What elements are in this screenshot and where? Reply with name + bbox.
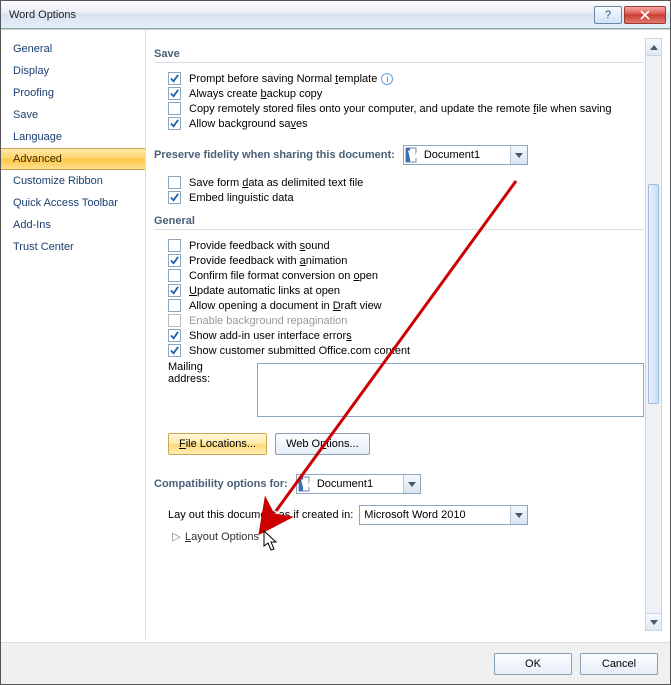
layout-as-combo[interactable]: Microsoft Word 2010 (359, 505, 528, 525)
general-label-0: Provide feedback with sound (189, 240, 330, 252)
compat-document-combo[interactable]: W Document1 (296, 474, 421, 494)
general-label-3: Update automatic links at open (189, 285, 340, 297)
preserve-checkbox-1[interactable] (168, 191, 181, 204)
general-option-0: Provide feedback with sound (168, 238, 644, 253)
web-options-button[interactable]: Web Options... (275, 433, 370, 455)
save-label-1: Always create backup copy (189, 88, 322, 100)
general-checkbox-5 (168, 314, 181, 327)
save-label-3: Allow background saves (189, 118, 308, 130)
cancel-button[interactable]: Cancel (580, 653, 658, 675)
scroll-up-button[interactable] (646, 39, 661, 56)
save-option-1: Always create backup copy (168, 86, 644, 101)
general-option-3: Update automatic links at open (168, 283, 644, 298)
window-title: Word Options (9, 9, 592, 21)
scroll-thumb[interactable] (648, 184, 659, 404)
save-option-3: Allow background saves (168, 116, 644, 131)
general-option-2: Confirm file format conversion on open (168, 268, 644, 283)
close-button[interactable] (624, 6, 666, 24)
preserve-label-1: Embed linguistic data (189, 192, 294, 204)
sidebar-item-language[interactable]: Language (1, 126, 145, 148)
svg-text:?: ? (605, 10, 611, 20)
chevron-down-icon[interactable] (510, 506, 527, 524)
save-option-2: Copy remotely stored files onto your com… (168, 101, 644, 116)
save-checkbox-0[interactable] (168, 72, 181, 85)
preserve-document-combo[interactable]: W Document1 (403, 145, 528, 165)
mailing-address-label: Mailing address: (168, 361, 247, 385)
save-option-0: Prompt before saving Normal templatei (168, 71, 644, 86)
dialog-footer: OK Cancel (1, 642, 670, 684)
preserve-label-0: Save form data as delimited text file (189, 177, 363, 189)
sidebar-item-customize-ribbon[interactable]: Customize Ribbon (1, 170, 145, 192)
word-doc-icon: W (297, 476, 313, 492)
general-checkbox-0[interactable] (168, 239, 181, 252)
section-general-header: General (154, 211, 644, 230)
general-option-6: Show add-in user interface errors (168, 328, 644, 343)
sidebar: General Display Proofing Save Language A… (1, 30, 146, 639)
mailing-address-field[interactable] (257, 363, 644, 417)
general-checkbox-4[interactable] (168, 299, 181, 312)
sidebar-item-advanced[interactable]: Advanced (1, 148, 145, 170)
general-checkbox-7[interactable] (168, 344, 181, 357)
preserve-document-value: Document1 (420, 149, 510, 161)
info-icon[interactable]: i (381, 73, 393, 85)
file-locations-button[interactable]: File Locations... (168, 433, 267, 455)
general-label-2: Confirm file format conversion on open (189, 270, 378, 282)
general-option-1: Provide feedback with animation (168, 253, 644, 268)
general-option-7: Show customer submitted Office.com conte… (168, 343, 644, 358)
general-checkbox-3[interactable] (168, 284, 181, 297)
sidebar-item-quick-access-toolbar[interactable]: Quick Access Toolbar (1, 192, 145, 214)
save-checkbox-2[interactable] (168, 102, 181, 115)
general-option-4: Allow opening a document in Draft view (168, 298, 644, 313)
save-checkbox-1[interactable] (168, 87, 181, 100)
main-area: General Display Proofing Save Language A… (1, 29, 670, 639)
layout-as-label: Lay out this document as if created in: (168, 509, 353, 521)
general-checkbox-1[interactable] (168, 254, 181, 267)
save-label-2: Copy remotely stored files onto your com… (189, 103, 612, 115)
svg-text:W: W (301, 478, 312, 490)
sidebar-item-display[interactable]: Display (1, 60, 145, 82)
content-pane: Save Prompt before saving Normal templat… (154, 38, 662, 639)
compat-document-value: Document1 (313, 478, 403, 490)
word-doc-icon: W (404, 147, 420, 163)
content-wrap: Save Prompt before saving Normal templat… (146, 30, 670, 639)
general-label-5: Enable background repagination (189, 315, 347, 327)
ok-button[interactable]: OK (494, 653, 572, 675)
title-bar: Word Options ? (1, 1, 670, 29)
svg-text:W: W (408, 149, 419, 161)
layout-as-value: Microsoft Word 2010 (360, 509, 510, 521)
sidebar-item-save[interactable]: Save (1, 104, 145, 126)
general-label-4: Allow opening a document in Draft view (189, 300, 382, 312)
section-preserve-header: Preserve fidelity when sharing this docu… (154, 149, 395, 161)
preserve-option-0: Save form data as delimited text file (168, 175, 644, 190)
sidebar-item-general[interactable]: General (1, 38, 145, 60)
general-label-7: Show customer submitted Office.com conte… (189, 345, 410, 357)
expand-icon[interactable]: ▷ (172, 530, 181, 543)
save-label-0: Prompt before saving Normal templatei (189, 73, 393, 85)
save-checkbox-3[interactable] (168, 117, 181, 130)
help-button[interactable]: ? (594, 6, 622, 24)
general-label-1: Provide feedback with animation (189, 255, 347, 267)
general-label-6: Show add-in user interface errors (189, 330, 352, 342)
layout-options-tree[interactable]: ▷Layout Options (172, 530, 644, 543)
sidebar-item-add-ins[interactable]: Add-Ins (1, 214, 145, 236)
chevron-down-icon[interactable] (510, 146, 527, 164)
section-compat-header: Compatibility options for: (154, 478, 288, 490)
general-checkbox-2[interactable] (168, 269, 181, 282)
general-checkbox-6[interactable] (168, 329, 181, 342)
vertical-scrollbar[interactable] (645, 38, 662, 631)
preserve-checkbox-0[interactable] (168, 176, 181, 189)
preserve-option-1: Embed linguistic data (168, 190, 644, 205)
section-save-header: Save (154, 44, 644, 63)
chevron-down-icon[interactable] (403, 475, 420, 493)
general-option-5: Enable background repagination (168, 313, 644, 328)
scroll-down-button[interactable] (646, 613, 661, 630)
sidebar-item-trust-center[interactable]: Trust Center (1, 236, 145, 258)
sidebar-item-proofing[interactable]: Proofing (1, 82, 145, 104)
